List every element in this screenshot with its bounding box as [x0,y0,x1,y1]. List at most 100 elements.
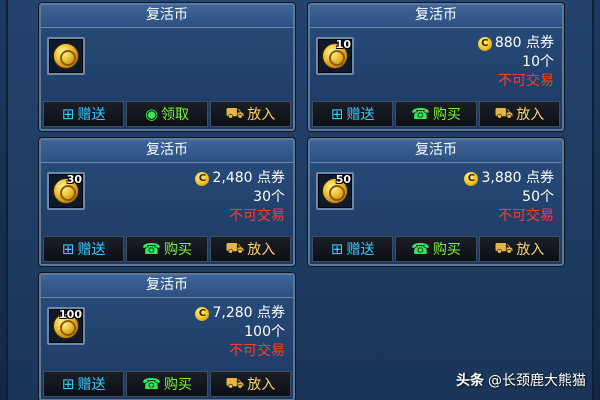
action-bar: ⊞ 赠送 ☎ 购买 ⛟ 放入 [43,236,291,262]
gift-button[interactable]: ⊞ 赠送 [312,236,394,262]
count-text: 100个 [244,324,285,340]
cart-icon: ⛟ [225,239,245,257]
item-info: C 3,880 点券 50个 不可交易 [464,169,554,226]
item-card: 复活币 ⊞ 赠送 ◉ 领取 ⛟ 放入 [39,3,295,131]
currency-icon: C [195,171,210,186]
quantity-badge: 30 [66,173,82,186]
cart-icon: ⛟ [225,374,245,392]
watermark-brand: 头条 [456,373,484,389]
gift-icon: ⊞ [330,240,344,258]
price-line: C 7,280 点券 [195,304,285,323]
item-title: 复活币 [41,5,293,28]
buy-icon: ☎ [411,240,430,258]
tradeable-text: 不可交易 [229,343,285,359]
item-card: 复活币 30 C 2,480 点券 30个 不可交易 ⊞ 赠送 ☎ 购买 ⛟ 放入 [39,138,295,266]
buy-button[interactable]: ☎ 购买 [395,101,477,127]
action-bar: ⊞ 赠送 ◉ 领取 ⛟ 放入 [43,101,291,127]
item-card: 复活币 10 C 880 点券 10个 不可交易 ⊞ 赠送 ☎ 购买 ⛟ 放入 [308,3,564,131]
gift-button[interactable]: ⊞ 赠送 [312,101,394,127]
buy-button[interactable]: ☎ 购买 [126,236,208,262]
gift-label: 赠送 [346,242,375,258]
item-info: C 2,480 点券 30个 不可交易 [195,169,285,226]
gift-label: 赠送 [77,107,106,123]
put-in-label: 放入 [516,107,545,123]
cart-icon: ⛟ [494,239,514,257]
buy-button[interactable]: ☎ 购买 [126,371,208,397]
put-in-label: 放入 [247,242,276,258]
item-slot[interactable]: 100 [47,307,85,345]
item-slot[interactable]: 30 [47,172,85,210]
watermark-handle: @长颈鹿大熊猫 [488,373,586,389]
cart-icon: ⛟ [494,104,514,122]
item-body: 50 C 3,880 点券 50个 不可交易 [310,166,562,236]
buy-icon: ☎ [411,105,430,123]
tradeable-text: 不可交易 [498,208,554,224]
item-title: 复活币 [41,140,293,163]
revive-coin-icon [53,43,79,69]
put-in-button[interactable]: ⛟ 放入 [209,371,291,397]
currency-icon: C [464,171,479,186]
tradeable-text: 不可交易 [229,208,285,224]
count-text: 50个 [522,189,554,205]
put-in-label: 放入 [247,107,276,123]
watermark: 头条 @长颈鹿大熊猫 [456,370,586,390]
put-in-button[interactable]: ⛟ 放入 [478,236,560,262]
item-title: 复活币 [310,5,562,28]
currency-icon: C [477,36,492,51]
quantity-badge: 10 [335,38,351,51]
gift-button[interactable]: ⊞ 赠送 [43,371,125,397]
tradeable-text: 不可交易 [498,73,554,89]
price-text: 3,880 点券 [481,170,554,186]
gift-icon: ⊞ [61,105,75,123]
put-in-label: 放入 [516,242,545,258]
quantity-badge: 50 [335,173,351,186]
quantity-badge: 100 [59,308,82,321]
gift-icon: ⊞ [330,105,344,123]
gift-label: 赠送 [77,377,106,393]
action-bar: ⊞ 赠送 ☎ 购买 ⛟ 放入 [312,101,560,127]
item-body: 100 C 7,280 点券 100个 不可交易 [41,301,293,371]
buy-label: 购买 [432,107,461,123]
item-slot[interactable]: 50 [316,172,354,210]
put-in-button[interactable]: ⛟ 放入 [478,101,560,127]
put-in-button[interactable]: ⛟ 放入 [209,236,291,262]
claim-icon: ◉ [144,105,159,123]
buy-label: 购买 [432,242,461,258]
item-body: 10 C 880 点券 10个 不可交易 [310,31,562,101]
price-line: C 880 点券 [477,34,554,53]
gift-label: 赠送 [346,107,375,123]
price-text: 2,480 点券 [212,170,285,186]
item-slot[interactable] [47,37,85,75]
gift-icon: ⊞ [61,375,75,393]
gift-button[interactable]: ⊞ 赠送 [43,236,125,262]
action-bar: ⊞ 赠送 ☎ 购买 ⛟ 放入 [312,236,560,262]
price-text: 7,280 点券 [212,305,285,321]
item-info: C 880 点券 10个 不可交易 [477,34,554,91]
item-card: 复活币 100 C 7,280 点券 100个 不可交易 ⊞ 赠送 ☎ 购买 ⛟ 放入 [39,273,295,400]
put-in-label: 放入 [247,377,276,393]
price-text: 880 点券 [494,35,554,51]
put-in-button[interactable]: ⛟ 放入 [209,101,291,127]
item-title: 复活币 [310,140,562,163]
count-text: 10个 [522,54,554,70]
item-card: 复活币 50 C 3,880 点券 50个 不可交易 ⊞ 赠送 ☎ 购买 ⛟ 放入 [308,138,564,266]
buy-icon: ☎ [142,375,161,393]
action-bar: ⊞ 赠送 ☎ 购买 ⛟ 放入 [43,371,291,397]
gift-button[interactable]: ⊞ 赠送 [43,101,125,127]
claim-button[interactable]: ◉ 领取 [126,101,208,127]
count-text: 30个 [253,189,285,205]
item-slot[interactable]: 10 [316,37,354,75]
buy-button[interactable]: ☎ 购买 [395,236,477,262]
item-title: 复活币 [41,275,293,298]
price-line: C 2,480 点券 [195,169,285,188]
currency-icon: C [195,306,210,321]
buy-label: 购买 [163,377,192,393]
price-line: C 3,880 点券 [464,169,554,188]
gift-icon: ⊞ [61,240,75,258]
gift-label: 赠送 [77,242,106,258]
item-info: C 7,280 点券 100个 不可交易 [195,304,285,361]
buy-icon: ☎ [142,240,161,258]
cart-icon: ⛟ [225,104,245,122]
item-body [41,31,293,101]
claim-label: 领取 [161,107,190,123]
